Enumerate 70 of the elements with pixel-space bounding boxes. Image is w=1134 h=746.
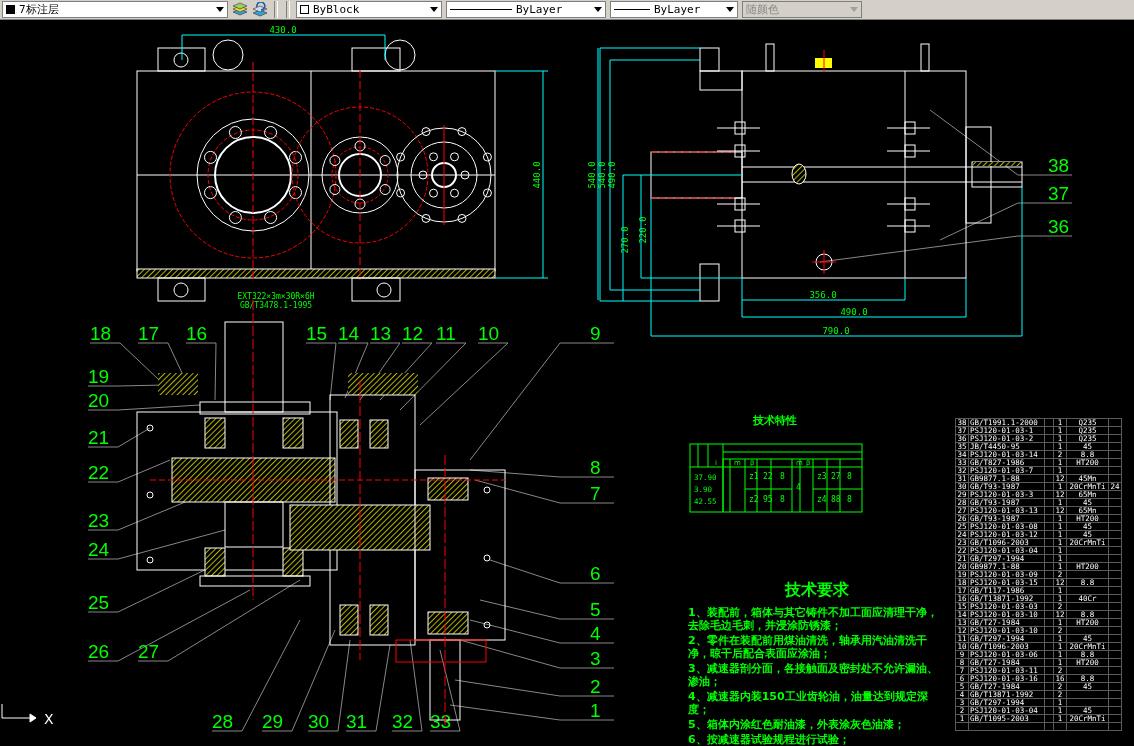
part-callout: 2 (454, 676, 615, 697)
part-callout: 15 (305, 323, 337, 401)
gear-note: GB/T3478.1-1995 (239, 301, 313, 310)
table-cell: z3 (817, 472, 827, 481)
layers-icon[interactable] (232, 1, 248, 18)
part-callout: 22 (87, 459, 171, 483)
part-callout: 5 (479, 599, 615, 620)
dimension-label: 490.0 (607, 161, 617, 189)
table-cell: z4 (817, 495, 827, 504)
table-cell: 8 (847, 495, 852, 504)
dimension-label: 440.0 (532, 161, 542, 189)
requirement-text: 2、零件在装配前用煤油清洗，轴承用汽油清洗干净，晾干后配合表面应涂油； (688, 634, 928, 660)
dropdown-arrow-icon (594, 7, 602, 12)
gear-note: EXT322×3m×30R×6H (237, 292, 315, 301)
part-callout: 27 (137, 579, 301, 662)
requirement-text: 3、减速器剖分面，各接触面及密封处不允许漏油、渗油； (688, 662, 939, 688)
dimension-label: 270.0 (620, 226, 630, 254)
part-callout: 6 (489, 559, 615, 584)
table-cell: 8 (780, 472, 785, 481)
part-callout: 19 (87, 366, 166, 387)
table-title: 技术特性 (753, 414, 797, 427)
lineweight-dropdown[interactable]: ByLayer (610, 1, 738, 18)
part-callout: 7 (474, 479, 615, 504)
table-cell: 22 (763, 472, 773, 481)
color-dropdown[interactable]: ByBlock (296, 1, 442, 18)
part-callout: 38 (929, 109, 1073, 176)
table-cell: 4 (796, 483, 801, 492)
dropdown-arrow-icon (216, 7, 224, 12)
dimension-label: 220.0 (638, 216, 648, 244)
dimension-label: 356.0 (809, 290, 837, 300)
dimension-label: 540.0 (587, 161, 597, 189)
part-callout: 23 (87, 499, 191, 531)
requirement-text: 1、装配前，箱体与其它铸件不加工面应清理干净，去除毛边毛刺，并浸涂防锈漆； (688, 606, 939, 632)
part-callout: 20 (87, 390, 201, 411)
dimension-label: 540.0 (597, 161, 607, 189)
part-callout: 32 (391, 639, 423, 732)
requirement-text: 6、按减速器试验规程进行试验； (688, 733, 851, 746)
linetype-dropdown[interactable]: ByLayer (446, 1, 606, 18)
part-callout: 33 (429, 649, 461, 732)
table-cell: 95 (763, 495, 773, 504)
table-cell: 8 (780, 495, 785, 504)
requirement-text: 5、箱体内涂红色耐油漆，外表涂灰色油漆； (688, 718, 906, 731)
dropdown-arrow-icon (430, 7, 438, 12)
dimension-label: 430.0 (269, 25, 297, 35)
line-sample-icon (450, 8, 512, 11)
ucs-axis-icon (1, 703, 37, 723)
requirements-title: 技术要求 (783, 580, 850, 601)
part-callout: 25 (87, 564, 216, 613)
dropdown-arrow-icon (726, 7, 734, 12)
layers-undo-icon[interactable] (252, 1, 268, 18)
line-sample-icon (614, 8, 650, 11)
color-swatch-icon (300, 5, 309, 14)
table-cell: 88 (831, 495, 841, 504)
requirement-text: 4、减速器内装150工业齿轮油，油量达到规定深度； (688, 690, 929, 716)
dimension-label: 490.0 (840, 307, 868, 317)
part-callout: 4 (469, 619, 615, 644)
part-callout: 21 (87, 427, 151, 448)
table-cell: 8 (847, 472, 852, 481)
table-cell: 27 (831, 472, 841, 481)
layer-dropdown[interactable]: 7标注层 (2, 1, 228, 18)
table-cell: z2 (749, 495, 759, 504)
part-callout: 36 (819, 216, 1073, 263)
part-callout: 24 (87, 529, 226, 560)
layer-color-icon (6, 5, 15, 14)
dropdown-arrow-icon (850, 7, 858, 12)
part-callout: 8 (469, 457, 615, 478)
table-cell: z1 (749, 472, 759, 481)
axis-label: X (44, 711, 54, 727)
dimension-label: 790.0 (822, 326, 850, 336)
part-callout: 3 (459, 639, 615, 669)
